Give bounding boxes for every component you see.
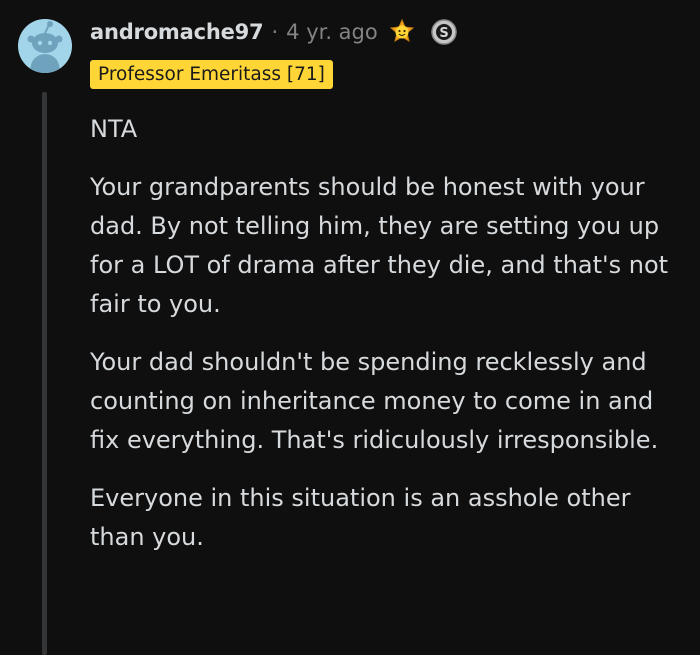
thread-collapse-line[interactable] xyxy=(42,92,47,655)
comment: andromache97 · 4 yr. ago S Professor Eme… xyxy=(0,0,700,655)
user-flair[interactable]: Professor Emeritass [71] xyxy=(90,60,333,89)
comment-paragraph: Everyone in this situation is an asshole… xyxy=(90,484,631,551)
wholesome-award-icon[interactable] xyxy=(388,18,416,46)
comment-paragraph: NTA xyxy=(90,115,138,143)
comment-paragraph: Your grandparents should be honest with … xyxy=(90,173,669,318)
timestamp-link[interactable]: 4 yr. ago xyxy=(286,20,378,44)
username-link[interactable]: andromache97 xyxy=(90,20,264,44)
silver-award-icon[interactable]: S xyxy=(430,18,458,46)
comment-header: andromache97 · 4 yr. ago S xyxy=(90,14,458,50)
snoo-avatar-icon xyxy=(27,21,63,73)
avatar[interactable] xyxy=(18,19,72,73)
separator-dot: · xyxy=(271,20,279,44)
comment-paragraph: Your dad shouldn't be spending recklessl… xyxy=(90,348,659,454)
comment-body: NTA Your grandparents should be honest w… xyxy=(90,110,690,576)
svg-text:S: S xyxy=(439,26,448,41)
